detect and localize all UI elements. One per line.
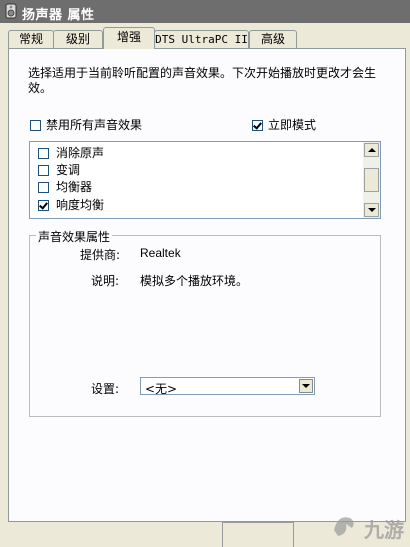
- setting-value: <无>: [145, 382, 178, 396]
- disable-all-checkbox[interactable]: [30, 120, 41, 131]
- tab-label: 级别: [65, 32, 90, 46]
- tab-levels[interactable]: 级别: [53, 30, 103, 48]
- tab-label: 常规: [18, 32, 43, 46]
- immediate-mode-label[interactable]: 立即模式: [268, 118, 316, 132]
- tab-label: 增强: [116, 30, 141, 44]
- provider-value: Realtek: [140, 246, 181, 260]
- arrow-down-icon: [368, 208, 376, 212]
- effect-label: 变调: [56, 163, 81, 177]
- scroll-down-button[interactable]: [364, 203, 379, 217]
- list-item[interactable]: 响度均衡: [30, 197, 360, 215]
- effect-checkbox[interactable]: [38, 165, 49, 176]
- tab-label: DTS UltraPC II: [155, 33, 248, 46]
- list-item[interactable]: 均衡器: [30, 179, 360, 197]
- title-bar: 扬声器 属性: [0, 0, 410, 23]
- setting-select[interactable]: <无>: [140, 377, 315, 396]
- watermark-logo: 九游: [328, 510, 408, 542]
- effect-checkbox[interactable]: [38, 200, 49, 211]
- list-item[interactable]: 变调: [30, 162, 360, 180]
- effects-scrollbar[interactable]: [363, 142, 380, 218]
- watermark-icon: [334, 517, 354, 536]
- tab-enhancements[interactable]: 增强: [103, 27, 155, 49]
- effect-label: 响度均衡: [56, 198, 105, 212]
- tab-general[interactable]: 常规: [8, 30, 54, 48]
- dialog-button[interactable]: [222, 522, 294, 547]
- scroll-thumb[interactable]: [364, 168, 379, 192]
- window-title: 扬声器 属性: [22, 8, 95, 23]
- effect-checkbox[interactable]: [38, 182, 49, 193]
- effect-checkbox[interactable]: [38, 148, 49, 159]
- arrow-up-icon: [368, 148, 376, 152]
- effect-label: 均衡器: [56, 180, 93, 194]
- setting-label: 设置:: [91, 382, 120, 396]
- description-label: 说明:: [91, 274, 120, 288]
- tab-label: 高级: [260, 32, 285, 46]
- scroll-up-button[interactable]: [364, 143, 379, 157]
- group-title: 声音效果属性: [36, 228, 113, 245]
- disable-all-label[interactable]: 禁用所有声音效果: [46, 118, 142, 132]
- tab-dts-ultrapc[interactable]: DTS UltraPC II: [154, 30, 249, 48]
- enhancement-description: 选择适用于当前聆听配置的声音效果。下次开始播放时更改才会生效。: [28, 66, 377, 95]
- provider-label: 提供商:: [80, 248, 121, 262]
- list-item[interactable]: 消除原声: [30, 145, 360, 163]
- immediate-mode-checkbox[interactable]: [252, 120, 263, 131]
- speaker-icon: [5, 3, 17, 19]
- effects-list[interactable]: 消除原声 变调 均衡器 响度均衡: [29, 141, 381, 219]
- watermark-text: 九游: [364, 518, 404, 542]
- tab-advanced[interactable]: 高级: [249, 30, 297, 48]
- description-value: 模拟多个播放环境。: [140, 274, 249, 288]
- dropdown-arrow-icon[interactable]: [299, 379, 313, 393]
- effect-label: 消除原声: [56, 146, 105, 160]
